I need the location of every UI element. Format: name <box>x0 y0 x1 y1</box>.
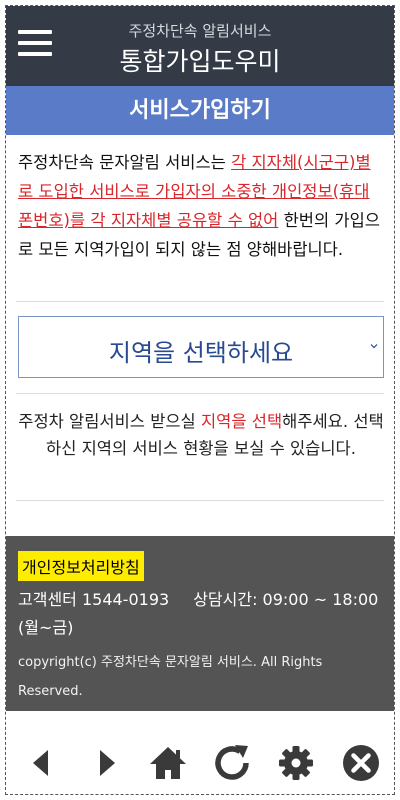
privacy-policy-link[interactable]: 개인정보처리방침 <box>18 551 144 581</box>
back-icon[interactable] <box>21 741 65 785</box>
header-title: 통합가입도우미 <box>119 47 281 76</box>
chevron-down-icon <box>370 344 378 349</box>
region-guide: 주정차 알림서비스 받으실 지역을 선택해주세요. 선택하신 지역의 서비스 현… <box>18 408 384 462</box>
divider <box>16 301 384 302</box>
divider <box>16 393 384 394</box>
guide-text-1: 주정차 알림서비스 받으실 <box>18 412 201 431</box>
section-banner: 서비스가입하기 <box>6 86 394 135</box>
gear-icon[interactable] <box>274 741 318 785</box>
close-icon[interactable] <box>339 741 383 785</box>
browser-toolbar <box>6 741 394 794</box>
copyright: copyright(c) 주정차단속 문자알림 서비스. All Rights … <box>18 655 323 699</box>
region-select[interactable]: 지역을 선택하세요 <box>18 316 384 378</box>
forward-icon[interactable] <box>83 741 127 785</box>
site-footer: 개인정보처리방침 고객센터 1544-0193 상담시간: 09:00 ~ 18:… <box>6 536 394 711</box>
service-notice: 주정차단속 문자알림 서비스는 각 지자체(시군구)별로 도입한 서비스로 가입… <box>18 148 384 264</box>
customer-center: 고객센터 1544-0193 <box>18 590 170 609</box>
notice-text-1: 주정차단속 문자알림 서비스는 <box>18 153 232 172</box>
refresh-icon[interactable] <box>210 741 254 785</box>
header-subtitle: 주정차단속 알림서비스 <box>128 22 272 40</box>
footer-contact: 고객센터 1544-0193 상담시간: 09:00 ~ 18:00 (월~금) <box>18 586 388 642</box>
app-header: 주정차단속 알림서비스 통합가입도우미 <box>6 6 394 86</box>
app-frame: 주정차단속 알림서비스 통합가입도우미 서비스가입하기 주정차단속 문자알림 서… <box>5 5 395 795</box>
guide-highlight: 지역을 선택 <box>200 412 283 431</box>
home-icon[interactable] <box>146 741 190 785</box>
divider <box>16 500 384 501</box>
region-select-value: 지역을 선택하세요 <box>108 339 294 367</box>
